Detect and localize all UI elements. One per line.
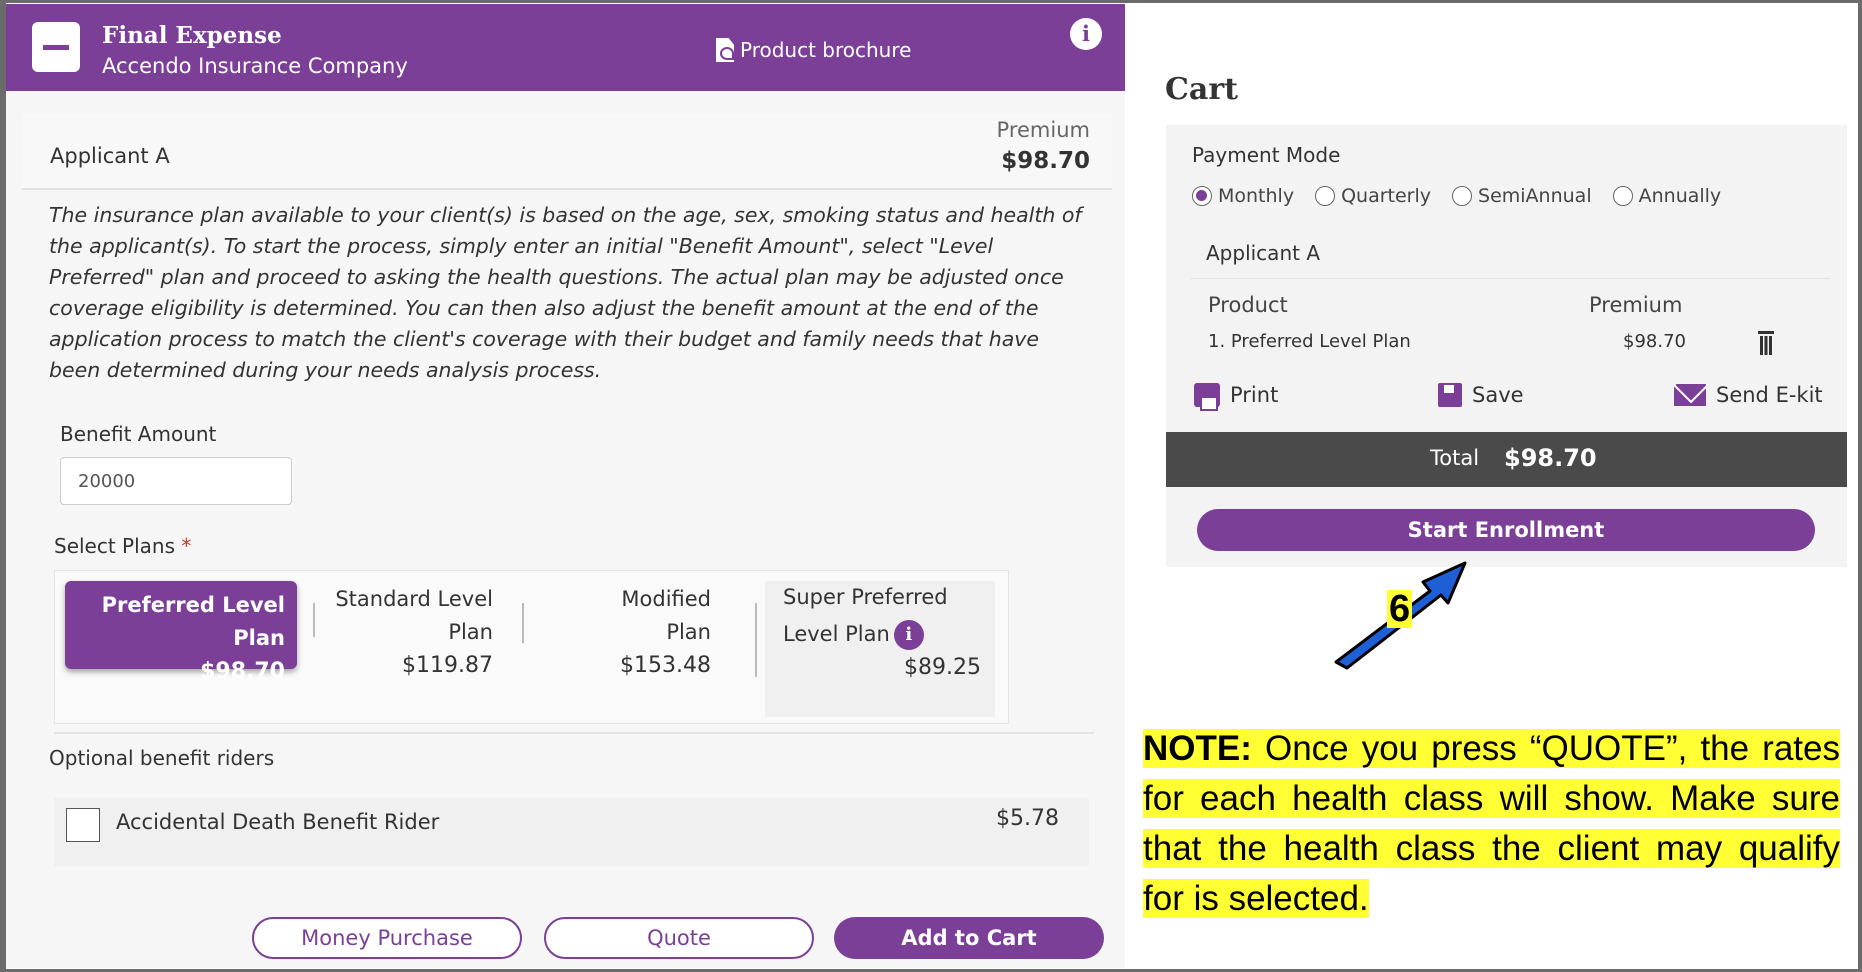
plan-option-standard[interactable]: Standard Level Plan $119.87 <box>327 583 493 682</box>
print-button[interactable]: Print <box>1194 383 1279 411</box>
divider <box>54 732 1094 734</box>
radio-icon <box>1612 186 1633 206</box>
step-number: 6 <box>1387 588 1413 630</box>
plan-price: $153.48 <box>620 653 711 678</box>
divider <box>522 603 524 643</box>
radio-icon <box>1192 186 1212 206</box>
required-marker: * <box>181 534 192 558</box>
payment-mode-group: Monthly Quarterly SemiAnnual Annually <box>1192 185 1721 207</box>
save-button[interactable]: Save <box>1438 383 1524 407</box>
plan-name: Standard Level Plan <box>335 587 493 644</box>
plan-name: Preferred Level Plan <box>101 593 285 650</box>
select-plans-text: Select Plans <box>54 534 176 558</box>
rider-name: Accidental Death Benefit Rider <box>116 810 440 834</box>
benefit-amount-input[interactable] <box>60 457 292 505</box>
optional-riders-label: Optional benefit riders <box>49 746 275 770</box>
plan-name: Modified Plan <box>621 587 711 644</box>
plan-info-icon[interactable]: i <box>893 620 924 650</box>
plan-selector: Preferred Level Plan $98.70 Standard Lev… <box>54 570 1009 724</box>
save-label: Save <box>1472 383 1524 407</box>
radio-annually[interactable]: Annually <box>1612 185 1722 207</box>
cart-panel: Payment Mode Monthly Quarterly SemiAnnua… <box>1166 125 1847 567</box>
printer-icon <box>1194 383 1220 411</box>
premium-label: Premium <box>996 118 1090 142</box>
plan-option-preferred[interactable]: Preferred Level Plan $98.70 <box>65 581 297 684</box>
note-bold: NOTE: <box>1143 729 1252 768</box>
product-header: Final Expense Accendo Insurance Company … <box>6 4 1125 91</box>
benefit-amount-label: Benefit Amount <box>60 422 217 446</box>
radio-monthly[interactable]: Monthly <box>1192 185 1294 207</box>
radio-label: SemiAnnual <box>1478 185 1592 207</box>
radio-semiannual[interactable]: SemiAnnual <box>1452 185 1592 207</box>
cart-item-premium: $98.70 <box>1623 331 1686 352</box>
product-title: Final Expense <box>102 22 282 49</box>
applicant-name: Applicant A <box>50 144 170 168</box>
quote-button[interactable]: Quote <box>544 917 814 959</box>
plan-price: $89.25 <box>904 655 981 680</box>
payment-mode-label: Payment Mode <box>1192 143 1341 167</box>
rider-checkbox[interactable] <box>66 808 100 842</box>
total-value: $98.70 <box>1504 444 1597 472</box>
divider <box>313 603 315 637</box>
plan-option-modified[interactable]: Modified Plan $153.48 <box>578 583 711 682</box>
radio-label: Monthly <box>1218 185 1295 207</box>
plan-option-super-preferred[interactable]: Super Preferred Level Plan i $89.25 <box>765 581 995 717</box>
select-plans-label: Select Plans * <box>54 534 191 558</box>
print-label: Print <box>1230 383 1279 407</box>
product-panel: Final Expense Accendo Insurance Company … <box>6 4 1125 968</box>
floppy-disk-icon <box>1438 383 1462 407</box>
rider-price: $5.78 <box>996 806 1059 831</box>
premium-value: $98.70 <box>1001 148 1090 174</box>
company-name: Accendo Insurance Company <box>102 54 408 78</box>
plan-price: $119.87 <box>402 653 493 678</box>
add-to-cart-button[interactable]: Add to Cart <box>834 917 1104 959</box>
applicant-row: Applicant A Premium $98.70 <box>22 114 1112 190</box>
pdf-icon <box>716 38 734 62</box>
radio-label: Annually <box>1638 185 1722 207</box>
radio-icon <box>1452 186 1473 206</box>
trash-icon[interactable] <box>1758 331 1774 355</box>
cart-applicant-row: Applicant A <box>1190 229 1830 279</box>
total-label: Total <box>1430 446 1480 470</box>
total-bar: Total $98.70 <box>1166 432 1847 487</box>
money-purchase-button[interactable]: Money Purchase <box>252 917 522 959</box>
brochure-link[interactable]: Product brochure <box>716 38 911 62</box>
send-ekit-button[interactable]: Send E-kit <box>1674 383 1823 407</box>
rider-row: Accidental Death Benefit Rider $5.78 <box>54 798 1089 866</box>
plan-description: The insurance plan available to your cli… <box>49 203 1082 382</box>
send-label: Send E-kit <box>1716 383 1823 407</box>
radio-label: Quarterly <box>1341 185 1432 207</box>
plan-price: $98.70 <box>200 659 285 684</box>
plan-name: Super Preferred <box>783 585 948 609</box>
divider <box>755 603 757 677</box>
column-header-product: Product <box>1208 293 1288 317</box>
radio-icon <box>1315 186 1336 206</box>
note-highlight: NOTE: Once you press “QUOTE”, the rates … <box>1143 729 1840 918</box>
column-header-premium: Premium <box>1589 293 1683 317</box>
brochure-label: Product brochure <box>740 38 912 62</box>
start-enrollment-button[interactable]: Start Enrollment <box>1197 509 1815 551</box>
radio-quarterly[interactable]: Quarterly <box>1315 185 1431 207</box>
info-icon[interactable]: i <box>1070 18 1102 50</box>
instruction-note: NOTE: Once you press “QUOTE”, the rates … <box>1143 724 1840 924</box>
cart-applicant-name: Applicant A <box>1206 241 1320 265</box>
cart-title: Cart <box>1165 72 1238 107</box>
plan-name-line2: Level Plan <box>783 622 890 646</box>
collapse-button[interactable] <box>32 22 80 72</box>
cart-item-name: 1. Preferred Level Plan <box>1208 331 1411 352</box>
envelope-icon <box>1674 384 1706 406</box>
